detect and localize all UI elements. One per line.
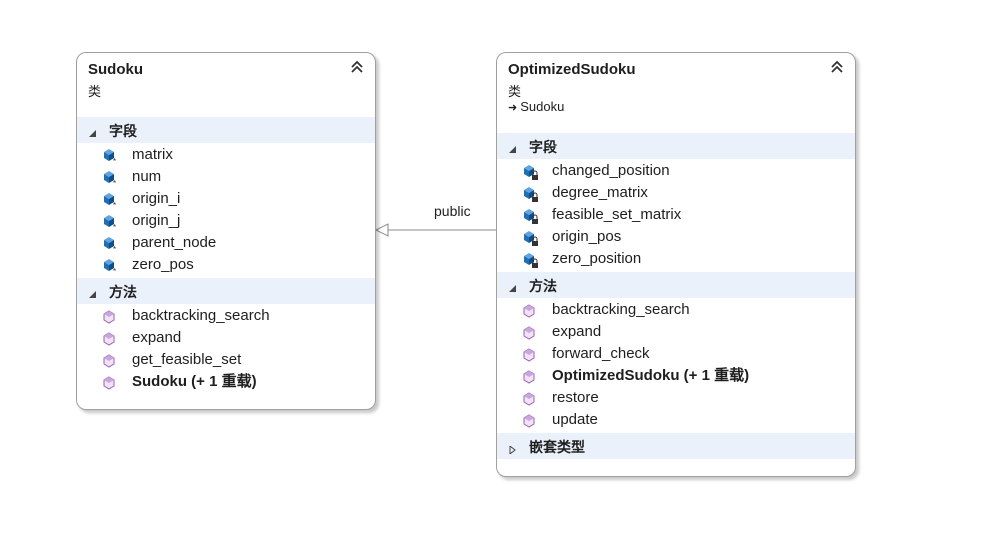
section-label: 方法 xyxy=(109,285,137,301)
method-icon xyxy=(101,330,119,348)
private-field-icon xyxy=(521,163,539,181)
method-list: backtracking_search expand get_feasible_… xyxy=(77,304,375,395)
private-field-icon xyxy=(521,207,539,225)
class-header: Sudoku 类 xyxy=(77,53,375,117)
field-item[interactable]: * num xyxy=(77,166,375,188)
method-item[interactable]: update xyxy=(497,409,855,431)
expanded-triangle-icon xyxy=(89,287,97,298)
base-class-name: Sudoku xyxy=(520,99,565,114)
method-list: backtracking_search expand forward_check… xyxy=(497,298,855,433)
section-header-methods[interactable]: 方法 xyxy=(497,272,855,298)
field-item[interactable]: origin_pos xyxy=(497,226,855,248)
private-field-icon xyxy=(521,229,539,247)
method-icon xyxy=(521,302,539,320)
field-item[interactable]: * parent_node xyxy=(77,232,375,254)
method-item[interactable]: backtracking_search xyxy=(497,299,855,321)
method-icon xyxy=(101,352,119,370)
double-chevron-up-icon[interactable] xyxy=(349,59,365,75)
expanded-triangle-icon xyxy=(89,126,97,137)
field-icon: * xyxy=(101,147,119,165)
method-icon xyxy=(521,390,539,408)
constructor-item[interactable]: Sudoku (+ 1 重载) xyxy=(77,371,375,393)
field-list: changed_position degree_matrix feasible_… xyxy=(497,159,855,272)
private-field-icon xyxy=(521,185,539,203)
double-chevron-up-icon[interactable] xyxy=(829,59,845,75)
field-item[interactable]: * origin_j xyxy=(77,210,375,232)
field-item[interactable]: changed_position xyxy=(497,160,855,182)
section-header-fields[interactable]: 字段 xyxy=(497,133,855,159)
method-item[interactable]: get_feasible_set xyxy=(77,349,375,371)
method-icon xyxy=(521,412,539,430)
svg-text:*: * xyxy=(113,157,116,165)
svg-text:*: * xyxy=(113,267,116,275)
constructor-item[interactable]: OptimizedSudoku (+ 1 重载) xyxy=(497,365,855,387)
private-field-icon xyxy=(521,251,539,269)
class-kind: 类 xyxy=(508,85,522,100)
method-icon xyxy=(521,346,539,364)
field-icon: * xyxy=(101,191,119,209)
section-label: 方法 xyxy=(529,279,557,295)
field-icon: * xyxy=(101,257,119,275)
inherit-arrow-icon: ➜ xyxy=(508,102,518,114)
relationship-label: public xyxy=(434,203,471,219)
expanded-triangle-icon xyxy=(509,281,517,292)
method-item[interactable]: expand xyxy=(77,327,375,349)
svg-text:*: * xyxy=(113,245,116,253)
class-kind: 类 xyxy=(88,85,102,100)
class-name: Sudoku xyxy=(88,61,143,78)
section-label: 字段 xyxy=(529,140,557,156)
field-item[interactable]: * zero_pos xyxy=(77,254,375,276)
field-icon: * xyxy=(101,213,119,231)
method-item[interactable]: backtracking_search xyxy=(77,305,375,327)
field-item[interactable]: feasible_set_matrix xyxy=(497,204,855,226)
base-class[interactable]: ➜ Sudoku xyxy=(508,99,564,114)
class-header: OptimizedSudoku 类 ➜ Sudoku xyxy=(497,53,855,133)
collapsed-triangle-icon xyxy=(509,442,517,456)
section-label: 嵌套类型 xyxy=(529,440,585,456)
expanded-triangle-icon xyxy=(509,142,517,153)
field-item[interactable]: * matrix xyxy=(77,144,375,166)
svg-text:*: * xyxy=(113,179,116,187)
field-icon: * xyxy=(101,235,119,253)
hollow-arrowhead-icon xyxy=(374,223,389,237)
class-box-sudoku[interactable]: Sudoku 类 字段 * matrix * num * origin_i * orig… xyxy=(76,52,376,410)
field-list: * matrix * num * origin_i * origin_j * parent… xyxy=(77,143,375,278)
method-icon xyxy=(521,368,539,386)
class-box-optimizedsudoku[interactable]: OptimizedSudoku 类 ➜ Sudoku 字段 changed_pos… xyxy=(496,52,856,477)
method-item[interactable]: restore xyxy=(497,387,855,409)
field-item[interactable]: zero_position xyxy=(497,248,855,270)
class-name: OptimizedSudoku xyxy=(508,61,636,78)
method-icon xyxy=(521,324,539,342)
method-icon xyxy=(101,308,119,326)
svg-text:*: * xyxy=(113,223,116,231)
field-item[interactable]: * origin_i xyxy=(77,188,375,210)
section-header-nested-types[interactable]: 嵌套类型 xyxy=(497,433,855,459)
method-item[interactable]: forward_check xyxy=(497,343,855,365)
section-header-fields[interactable]: 字段 xyxy=(77,117,375,143)
method-item[interactable]: expand xyxy=(497,321,855,343)
section-label: 字段 xyxy=(109,124,137,140)
method-icon xyxy=(101,374,119,392)
field-icon: * xyxy=(101,169,119,187)
svg-text:*: * xyxy=(113,201,116,209)
section-header-methods[interactable]: 方法 xyxy=(77,278,375,304)
field-item[interactable]: degree_matrix xyxy=(497,182,855,204)
